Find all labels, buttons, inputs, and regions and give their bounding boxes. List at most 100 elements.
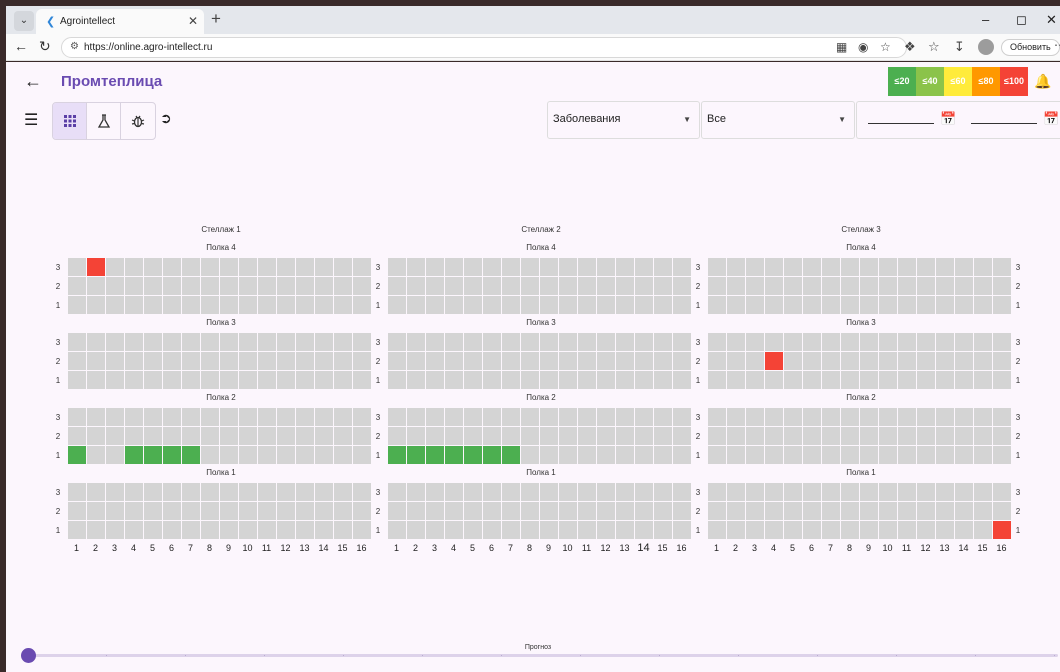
grid-cell[interactable] — [860, 277, 878, 295]
grid-cell[interactable] — [673, 296, 691, 314]
grid-cell[interactable] — [879, 483, 897, 501]
grid-cell[interactable] — [125, 408, 143, 426]
grid-cell[interactable] — [993, 371, 1011, 389]
grid-cell[interactable] — [727, 446, 745, 464]
grid-cell[interactable] — [353, 521, 371, 539]
grid-cell[interactable] — [334, 352, 352, 370]
grid-cell[interactable] — [974, 427, 992, 445]
grid-cell[interactable] — [597, 296, 615, 314]
grid-cell[interactable] — [860, 408, 878, 426]
grid-cell[interactable] — [841, 352, 859, 370]
grid-cell[interactable] — [144, 258, 162, 276]
grid-cell[interactable] — [784, 408, 802, 426]
grid-cell[interactable] — [955, 521, 973, 539]
grid-cell[interactable] — [106, 483, 124, 501]
grid-cell[interactable] — [654, 521, 672, 539]
grid-cell[interactable] — [879, 521, 897, 539]
grid-cell[interactable] — [803, 352, 821, 370]
grid-cell[interactable] — [445, 277, 463, 295]
grid-cell[interactable] — [182, 258, 200, 276]
grid-cell[interactable] — [68, 296, 86, 314]
grid-cell[interactable] — [898, 521, 916, 539]
grid-cell[interactable] — [974, 277, 992, 295]
grid-cell[interactable] — [353, 258, 371, 276]
grid-cell[interactable] — [407, 408, 425, 426]
grid-cell[interactable] — [727, 408, 745, 426]
grid-cell[interactable] — [220, 352, 238, 370]
grid-cell[interactable] — [87, 296, 105, 314]
grid-cell[interactable] — [106, 296, 124, 314]
grid-cell[interactable] — [277, 258, 295, 276]
grid-cell[interactable] — [87, 333, 105, 351]
grid-cell[interactable] — [239, 277, 257, 295]
grid-cell[interactable] — [898, 502, 916, 520]
grid-view-button[interactable] — [53, 103, 87, 139]
grid-cell[interactable] — [955, 333, 973, 351]
grid-cell[interactable] — [201, 446, 219, 464]
back-arrow-icon[interactable]: ← — [24, 71, 42, 92]
grid-cell[interactable] — [597, 521, 615, 539]
grid-cell[interactable] — [597, 352, 615, 370]
grid-cell[interactable] — [388, 296, 406, 314]
grid-cell[interactable] — [163, 371, 181, 389]
grid-cell[interactable] — [784, 333, 802, 351]
grid-cell[interactable] — [803, 258, 821, 276]
grid-cell[interactable] — [784, 483, 802, 501]
grid-cell[interactable] — [426, 371, 444, 389]
grid-cell[interactable] — [784, 371, 802, 389]
grid-cell[interactable] — [502, 296, 520, 314]
grid-cell[interactable] — [822, 258, 840, 276]
grid-cell[interactable] — [258, 483, 276, 501]
grid-cell[interactable] — [803, 333, 821, 351]
grid-cell[interactable] — [616, 427, 634, 445]
grid-cell[interactable] — [521, 446, 539, 464]
grid-cell[interactable] — [445, 427, 463, 445]
grid-cell[interactable] — [315, 446, 333, 464]
grid-cell[interactable] — [879, 258, 897, 276]
grid-cell[interactable] — [407, 446, 425, 464]
grid-cell[interactable] — [521, 296, 539, 314]
grid-cell[interactable] — [334, 333, 352, 351]
grid-cell[interactable] — [993, 446, 1011, 464]
grid-cell[interactable] — [277, 371, 295, 389]
grid-cell[interactable] — [879, 352, 897, 370]
grid-cell[interactable] — [540, 521, 558, 539]
grid-cell[interactable] — [220, 502, 238, 520]
grid-cell[interactable] — [559, 521, 577, 539]
grid-cell[interactable] — [445, 296, 463, 314]
grid-cell[interactable] — [654, 333, 672, 351]
grid-cell[interactable] — [388, 502, 406, 520]
grid-cell[interactable] — [955, 371, 973, 389]
grid-cell[interactable] — [296, 427, 314, 445]
grid-cell[interactable] — [315, 502, 333, 520]
grid-cell[interactable] — [87, 277, 105, 295]
grid-cell[interactable] — [540, 427, 558, 445]
grid-cell[interactable] — [353, 446, 371, 464]
grid-cell[interactable] — [296, 502, 314, 520]
grid-cell[interactable] — [559, 502, 577, 520]
grid-cell[interactable] — [296, 333, 314, 351]
grid-cell[interactable] — [502, 408, 520, 426]
grid-cell[interactable] — [220, 408, 238, 426]
grid-cell[interactable] — [315, 277, 333, 295]
grid-cell[interactable] — [258, 333, 276, 351]
grid-cell[interactable] — [822, 333, 840, 351]
favorites-icon[interactable]: ☆ — [928, 39, 940, 55]
grid-cell[interactable] — [673, 502, 691, 520]
grid-cell[interactable] — [860, 446, 878, 464]
grid-cell[interactable] — [445, 521, 463, 539]
grid-cell[interactable] — [673, 483, 691, 501]
grid-cell[interactable] — [239, 333, 257, 351]
grid-cell[interactable] — [144, 502, 162, 520]
grid-cell[interactable] — [296, 352, 314, 370]
grid-cell[interactable] — [654, 446, 672, 464]
grid-cell[interactable] — [803, 502, 821, 520]
grid-cell[interactable] — [106, 521, 124, 539]
grid-cell[interactable] — [597, 333, 615, 351]
grid-cell[interactable] — [955, 483, 973, 501]
grid-cell[interactable] — [727, 502, 745, 520]
grid-cell[interactable] — [220, 521, 238, 539]
grid-cell[interactable] — [860, 258, 878, 276]
grid-cell[interactable] — [125, 483, 143, 501]
grid-cell[interactable] — [936, 446, 954, 464]
